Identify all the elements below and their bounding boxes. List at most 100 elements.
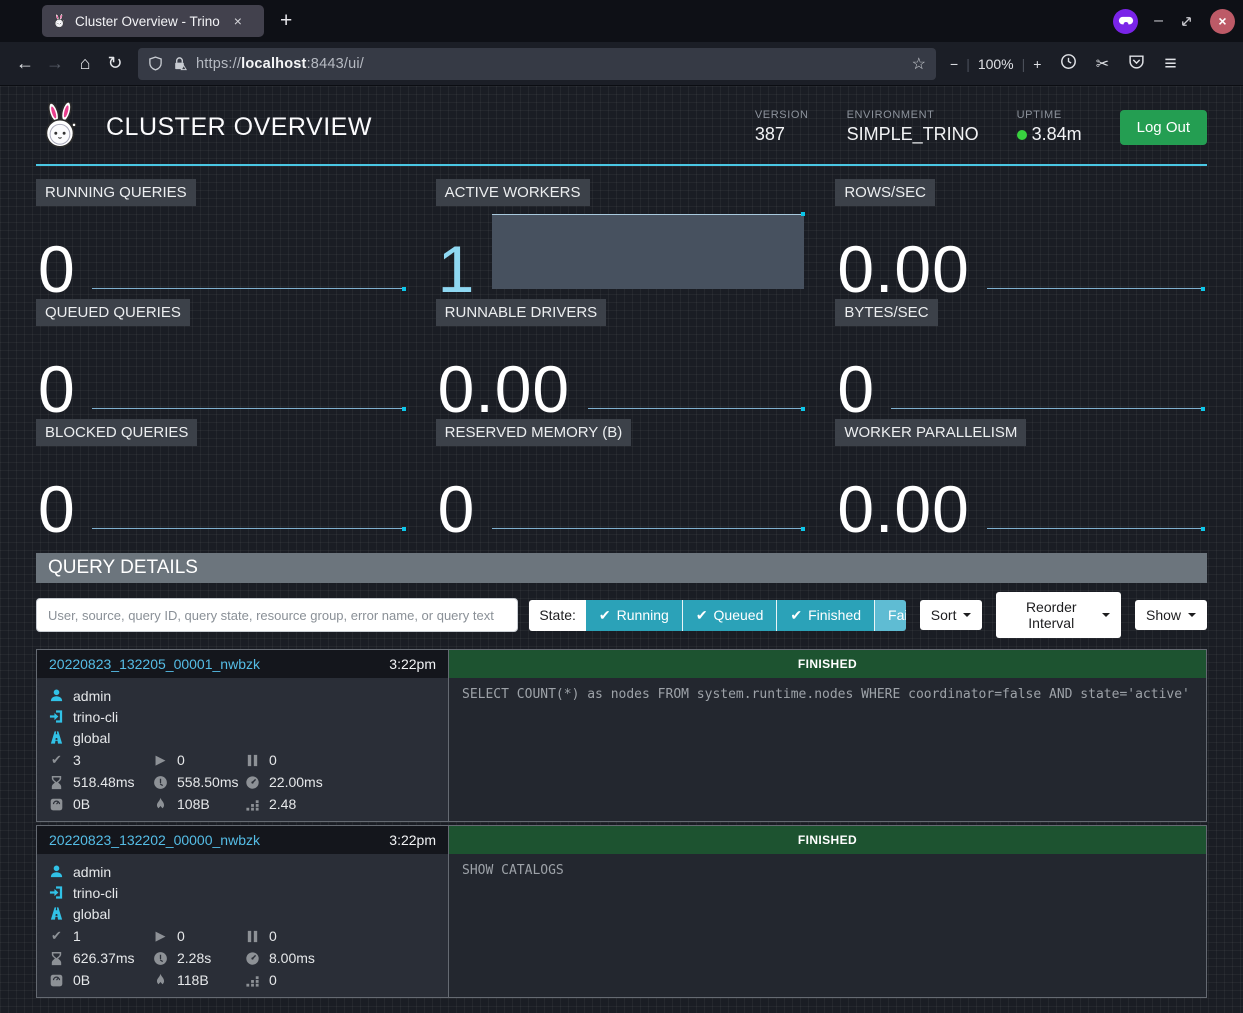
state-running-button[interactable]: ✔Running (586, 600, 682, 631)
wall-time: 518.48ms (73, 774, 134, 790)
menu-icon[interactable]: ≡ (1153, 52, 1187, 76)
running-splits-play-icon: ▶ (153, 752, 168, 768)
completed-splits-check-icon: ✔ (49, 752, 64, 768)
forward-icon[interactable]: → (40, 53, 70, 74)
show-dropdown[interactable]: Show (1135, 600, 1207, 630)
tile-worker-parallelism: WORKER PARALLELISM 0.00 (835, 418, 1207, 538)
user-icon (49, 688, 64, 703)
completed-splits: 3 (73, 752, 81, 768)
state-queued-button[interactable]: ✔Queued (682, 600, 777, 631)
lock-warning-icon[interactable] (172, 56, 187, 71)
tracking-shield-icon[interactable] (148, 56, 163, 71)
uptime-info: UPTIME 3.84m (1017, 109, 1082, 145)
query-resource-group: global (73, 730, 110, 746)
private-mask-icon[interactable] (1113, 9, 1138, 34)
running-splits-play-icon: ▶ (153, 928, 168, 944)
window-close-button[interactable]: × (1210, 9, 1235, 34)
url-text: https://localhost:8443/ui/ (196, 56, 364, 72)
tab-title: Cluster Overview - Trino (75, 14, 220, 29)
completed-splits: 1 (73, 928, 81, 944)
zoom-level[interactable]: 100% (978, 56, 1014, 72)
query-row: 20220823_132202_00000_nwbzk 3:22pm admin… (36, 825, 1207, 998)
check-icon: ✔ (790, 607, 802, 624)
minimize-button[interactable]: – (1154, 12, 1163, 30)
running-splits: 0 (177, 752, 185, 768)
logout-button[interactable]: Log Out (1120, 110, 1207, 145)
sort-dropdown[interactable]: Sort (920, 600, 983, 630)
new-tab-button[interactable]: + (280, 9, 292, 33)
page-header: CLUSTER OVERVIEW VERSION 387 ENVIRONMENT… (36, 86, 1207, 166)
version-info: VERSION 387 (755, 109, 809, 145)
tab-close-icon[interactable]: × (234, 13, 242, 29)
state-finished-button[interactable]: ✔Finished (776, 600, 874, 631)
home-icon[interactable]: ⌂ (70, 53, 100, 74)
query-details-header: QUERY DETAILS (36, 553, 1207, 583)
chevron-down-icon (1102, 613, 1110, 617)
queued-splits: 0 (269, 928, 277, 944)
maximize-button[interactable] (1179, 14, 1194, 29)
cpu-time-gauge-icon (245, 775, 260, 790)
current-memory: 0B (73, 972, 90, 988)
query-id-link[interactable]: 20220823_132202_00000_nwbzk (49, 832, 260, 848)
tile-rows-per-sec: ROWS/SEC 0.00 (835, 178, 1207, 298)
cpu-time-gauge-icon (245, 951, 260, 966)
back-icon[interactable]: ← (10, 53, 40, 74)
reload-icon[interactable]: ↻ (100, 53, 130, 74)
chevron-down-icon (1188, 613, 1196, 617)
wall-time-hourglass-icon (49, 775, 64, 790)
current-memory: 0B (73, 796, 90, 812)
state-failed-dropdown[interactable]: Failed (874, 600, 906, 631)
query-time: 3:22pm (389, 656, 436, 672)
peak-memory-flame-icon (153, 973, 168, 988)
mask-icon (1117, 12, 1135, 30)
current-memory-scale-icon (49, 973, 64, 988)
bookmark-star-icon[interactable]: ☆ (912, 54, 926, 74)
queued-splits-pause-icon (245, 929, 260, 944)
query-row: 20220823_132205_00001_nwbzk 3:22pm admin… (36, 649, 1207, 822)
screenshot-scissors-icon[interactable]: ✂ (1085, 54, 1119, 74)
resource-group-road-icon (49, 906, 64, 921)
url-bar[interactable]: https://localhost:8443/ui/ ☆ (138, 48, 936, 80)
sparkline (492, 528, 805, 529)
user-icon (49, 864, 64, 879)
queued-splits-pause-icon (245, 753, 260, 768)
wall-time: 626.37ms (73, 950, 134, 966)
source-signin-icon (49, 885, 64, 900)
state-label: State: (529, 600, 586, 631)
cumulative-memory-chart-icon (245, 973, 260, 988)
zoom-out-button[interactable]: − (950, 56, 958, 72)
query-filter-row: State: ✔Running ✔Queued ✔Finished Failed… (36, 592, 1207, 638)
zoom-in-button[interactable]: + (1033, 56, 1041, 72)
history-clock-icon[interactable] (1051, 53, 1085, 75)
query-id-link[interactable]: 20220823_132205_00001_nwbzk (49, 656, 260, 672)
query-source: trino-cli (73, 885, 118, 901)
trino-favicon (52, 14, 67, 29)
query-search-input[interactable] (36, 598, 518, 632)
chevron-down-icon (963, 613, 971, 617)
browser-tab[interactable]: Cluster Overview - Trino × (42, 5, 264, 37)
separator: | (966, 56, 970, 72)
running-splits: 0 (177, 928, 185, 944)
query-resource-group: global (73, 906, 110, 922)
query-user: admin (73, 688, 111, 704)
browser-tab-bar: Cluster Overview - Trino × + – × (0, 0, 1243, 42)
query-sql-text: SHOW CATALOGS (449, 854, 1206, 887)
sparkline (92, 408, 405, 409)
environment-info: ENVIRONMENT SIMPLE_TRINO (847, 109, 979, 145)
query-sql-text: SELECT COUNT(*) as nodes FROM system.run… (449, 678, 1206, 711)
tile-running-queries: RUNNING QUERIES 0 (36, 178, 408, 298)
browser-toolbar: ← → ⌂ ↻ https://localhost:8443/ui/ ☆ − |… (0, 42, 1243, 86)
total-wall-time: 558.50ms (177, 774, 238, 790)
pocket-icon[interactable] (1119, 53, 1153, 75)
separator: | (1022, 56, 1026, 72)
uptime-status-dot (1017, 130, 1027, 140)
total-wall-time: 2.28s (177, 950, 211, 966)
query-state-bar: FINISHED (449, 650, 1206, 678)
cpu-time: 22.00ms (269, 774, 323, 790)
tile-bytes-per-sec: BYTES/SEC 0 (835, 298, 1207, 418)
wall-time-hourglass-icon (49, 951, 64, 966)
reorder-interval-dropdown[interactable]: Reorder Interval (996, 592, 1121, 638)
tile-runnable-drivers: RUNNABLE DRIVERS 0.00 (436, 298, 808, 418)
sparkline (987, 288, 1204, 289)
tile-active-workers: ACTIVE WORKERS 1 (436, 178, 808, 298)
